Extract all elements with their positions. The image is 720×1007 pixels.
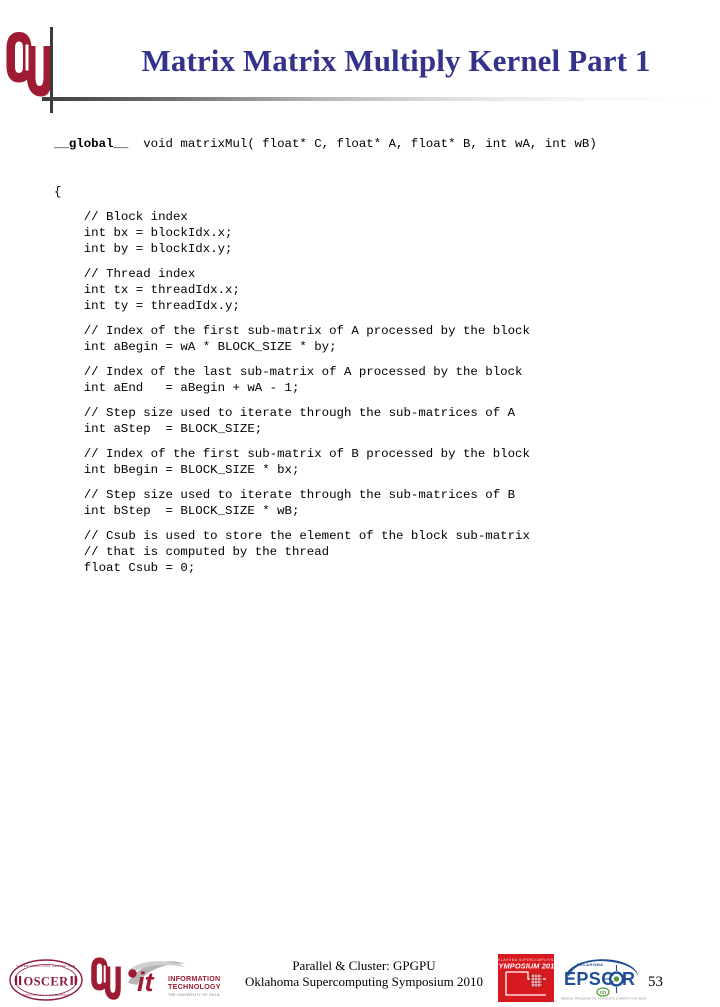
code-line: // Block index: [54, 210, 188, 224]
information-technology-logo-icon: it INFORMATION TECHNOLOGY THE UNIVERSITY…: [124, 957, 232, 1001]
header-horizontal-rule: [42, 97, 718, 101]
slide-footer: OSCER SUPERCOMPUTING CENTER FOR EDUCATIO…: [0, 474, 720, 1002]
slide-header: Matrix Matrix Multiply Kernel Part 1: [0, 0, 720, 113]
code-line: int tx = threadIdx.x;: [54, 283, 240, 297]
code-line: // Step size used to iterate through the…: [54, 406, 516, 420]
code-line: // that is computed by the thread: [54, 545, 330, 559]
svg-text:it: it: [137, 967, 155, 997]
epscor-logo-icon: OKLAHOMA EPSC R on EXPERIMENTAL PROGRAM …: [550, 954, 656, 1002]
svg-text:TECHNOLOGY: TECHNOLOGY: [168, 982, 220, 991]
svg-text:on: on: [600, 990, 606, 996]
code-line: // Thread index: [54, 267, 196, 281]
code-line: int bx = blockIdx.x;: [54, 226, 233, 240]
code-line: int aBegin = wA * BLOCK_SIZE * by;: [54, 340, 337, 354]
oscer-logo-icon: OSCER SUPERCOMPUTING CENTER FOR EDUCATIO…: [8, 958, 84, 1002]
page-number: 53: [648, 974, 663, 990]
code-signature-rest: void matrixMul( float* C, float* A, floa…: [128, 137, 597, 151]
code-line: float Csub = 0;: [54, 561, 196, 575]
code-keyword-global: __global__: [54, 137, 129, 151]
svg-text:EDUCATION & RESEARCH: EDUCATION & RESEARCH: [23, 993, 69, 997]
footer-line-1: Parallel & Cluster: GPGPU: [292, 958, 436, 973]
code-line: int aStep = BLOCK_SIZE;: [54, 422, 263, 436]
code-line: {: [54, 185, 62, 199]
svg-text:THE UNIVERSITY OF OKLAHOMA: THE UNIVERSITY OF OKLAHOMA: [168, 993, 220, 997]
ou-logo-icon: [6, 30, 52, 100]
ou-logo-footer-icon: [84, 956, 128, 1002]
svg-text:SYMPOSIUM 2010: SYMPOSIUM 2010: [498, 962, 554, 971]
svg-text:EXPERIMENTAL PROGRAM TO STIMUL: EXPERIMENTAL PROGRAM TO STIMULATE COMPET…: [560, 997, 646, 1001]
footer-line-2: Oklahoma Supercomputing Symposium 2010: [245, 974, 483, 989]
svg-text:OKLAHOMA: OKLAHOMA: [577, 962, 604, 967]
svg-text:SUPERCOMPUTING CENTER FOR: SUPERCOMPUTING CENTER FOR: [16, 964, 76, 968]
code-line: // Index of the first sub-matrix of A pr…: [54, 324, 530, 338]
svg-text:OSCER: OSCER: [23, 975, 69, 989]
code-line: // Index of the last sub-matrix of A pro…: [54, 365, 523, 379]
code-line: // Index of the first sub-matrix of B pr…: [54, 447, 530, 461]
footer-text: Parallel & Cluster: GPGPU Oklahoma Super…: [228, 958, 500, 990]
code-line: int aEnd = aBegin + wA - 1;: [54, 381, 300, 395]
code-line-signature: __global__ void matrixMul( float* C, flo…: [54, 136, 714, 152]
symposium-2010-logo-icon: OKLAHOMA SUPERCOMPUTING SYMPOSIUM 2010: [493, 954, 559, 1002]
page-title: Matrix Matrix Multiply Kernel Part 1: [141, 43, 651, 78]
code-line: int ty = threadIdx.y;: [54, 299, 240, 313]
code-line: int by = blockIdx.y;: [54, 242, 233, 256]
